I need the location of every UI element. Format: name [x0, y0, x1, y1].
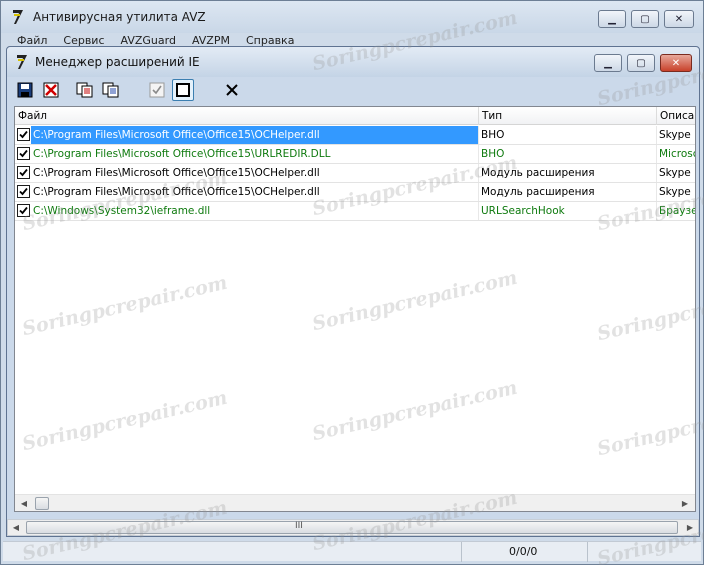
child-maximize-button[interactable]: ▢	[627, 54, 655, 72]
avz-logo-icon	[17, 55, 27, 69]
scroll-right-icon[interactable]: ▶	[684, 521, 696, 533]
row-file-path: C:\Program Files\Microsoft Office\Office…	[31, 183, 479, 201]
column-header-file[interactable]: Файл	[15, 107, 479, 125]
minimize-icon: ▁	[604, 57, 612, 69]
child-minimize-button[interactable]: ▁	[594, 54, 622, 72]
row-description: Skype I	[659, 167, 696, 179]
row-file-path: C:\Program Files\Microsoft Office\Office…	[31, 164, 479, 182]
maximize-icon: ▢	[640, 13, 650, 25]
row-description: Skype I	[659, 129, 696, 141]
scroll-left-icon[interactable]: ◀	[18, 497, 30, 509]
delete-selected-button[interactable]	[40, 79, 62, 101]
delete-red-icon	[43, 82, 59, 98]
list-header: Файл Тип Описан	[15, 107, 695, 125]
check-all-icon	[149, 82, 165, 98]
list-horizontal-scrollbar[interactable]: ◀ ▶	[15, 494, 695, 511]
check-all-button[interactable]	[146, 79, 168, 101]
close-button[interactable]: ✕	[664, 10, 694, 28]
scroll-right-icon[interactable]: ▶	[679, 497, 691, 509]
status-counter: 0/0/0	[509, 545, 538, 558]
column-header-type[interactable]: Тип	[479, 107, 657, 125]
row-description: Skype I	[659, 186, 696, 198]
uncheck-all-icon	[176, 83, 190, 97]
save-icon	[17, 82, 33, 98]
checkmark-icon	[19, 187, 28, 196]
row-checkbox[interactable]	[17, 147, 30, 160]
main-window-title: Антивирусная утилита AVZ	[33, 10, 206, 24]
row-checkbox[interactable]	[17, 128, 30, 141]
checkmark-icon	[19, 149, 28, 158]
ie-extensions-title: Менеджер расширений IE	[35, 55, 200, 69]
copy-alt-icon	[102, 82, 119, 98]
main-window: Антивирусная утилита AVZ ▁ ▢ ✕ Файл Серв…	[0, 0, 704, 565]
close-list-button[interactable]	[221, 79, 243, 101]
row-file-path: C:\Windows\System32\ieframe.dll	[31, 202, 479, 220]
copy-button[interactable]	[74, 79, 96, 101]
row-checkbox[interactable]	[17, 166, 30, 179]
status-bar: 0/0/0	[3, 541, 701, 562]
row-type: Модуль расширения	[479, 164, 657, 182]
row-description: Microsc	[659, 148, 696, 160]
list-row[interactable]: C:\Program Files\Microsoft Office\Office…	[15, 145, 695, 164]
ie-extensions-title-bar[interactable]: Менеджер расширений IE ▁ ▢ ✕	[7, 47, 699, 77]
maximize-icon: ▢	[636, 57, 646, 69]
scrollbar-thumb[interactable]	[35, 497, 49, 510]
row-type: BHO	[479, 145, 657, 163]
copy-icon	[76, 82, 93, 98]
close-icon: ✕	[671, 57, 681, 69]
list-row[interactable]: C:\Program Files\Microsoft Office\Office…	[15, 183, 695, 202]
checkmark-icon	[19, 130, 28, 139]
close-x-icon	[226, 84, 238, 96]
uncheck-all-button[interactable]	[172, 79, 194, 101]
scrollbar-thumb[interactable]: III	[26, 521, 678, 534]
row-type: URLSearchHook	[479, 202, 657, 220]
status-divider	[587, 542, 588, 562]
child-close-button[interactable]: ✕	[660, 54, 692, 72]
row-type: Модуль расширения	[479, 183, 657, 201]
copy-all-button[interactable]	[100, 79, 122, 101]
minimize-button[interactable]: ▁	[598, 10, 626, 28]
avz-logo-icon	[13, 10, 23, 24]
column-header-description[interactable]: Описан	[657, 107, 695, 125]
maximize-button[interactable]: ▢	[631, 10, 659, 28]
row-description: Браузе	[659, 205, 696, 217]
row-file-path: C:\Program Files\Microsoft Office\Office…	[31, 145, 479, 163]
list-row[interactable]: C:\Windows\System32\ieframe.dll URLSearch…	[15, 202, 695, 221]
list-row[interactable]: C:\Program Files\Microsoft Office\Office…	[15, 126, 695, 145]
row-checkbox[interactable]	[17, 185, 30, 198]
main-horizontal-scrollbar[interactable]: ◀ III ▶	[7, 519, 699, 536]
grip-icon: III	[295, 521, 303, 531]
scroll-left-icon[interactable]: ◀	[10, 521, 22, 533]
list-row[interactable]: C:\Program Files\Microsoft Office\Office…	[15, 164, 695, 183]
checkmark-icon	[19, 206, 28, 215]
toolbar	[14, 78, 694, 104]
row-type: BHO	[479, 126, 657, 144]
row-file-path: C:\Program Files\Microsoft Office\Office…	[31, 126, 479, 144]
minimize-icon: ▁	[608, 13, 616, 25]
extensions-list[interactable]: Файл Тип Описан C:\Program Files\Microso…	[14, 106, 696, 512]
close-icon: ✕	[674, 13, 684, 25]
ie-extensions-window: Менеджер расширений IE ▁ ▢ ✕ Файл Тип Оп…	[6, 46, 700, 537]
status-divider	[461, 542, 462, 562]
main-title-bar[interactable]: Антивирусная утилита AVZ ▁ ▢ ✕	[1, 1, 703, 33]
checkmark-icon	[19, 168, 28, 177]
row-checkbox[interactable]	[17, 204, 30, 217]
save-button[interactable]	[14, 79, 36, 101]
